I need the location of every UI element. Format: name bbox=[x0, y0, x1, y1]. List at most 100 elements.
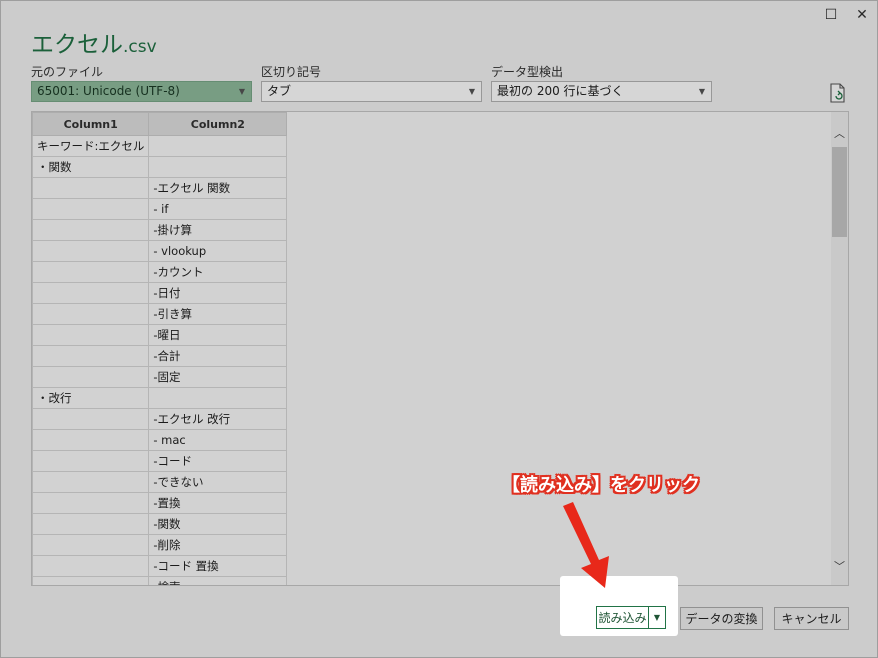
dialog-title: エクセル.csv bbox=[31, 25, 157, 59]
table-cell bbox=[148, 135, 288, 157]
table-cell: -できない bbox=[148, 471, 288, 493]
table-cell: ・関数 bbox=[32, 156, 150, 178]
type-detection-label: データ型検出 bbox=[491, 65, 564, 79]
data-preview: Column1 Column2 キーワード:エクセル ・関数 -エクセル 関数 - if… bbox=[31, 111, 849, 586]
table-cell bbox=[32, 366, 150, 388]
annotation-text: 【読み込み】をクリック bbox=[502, 475, 700, 496]
table-cell: - mac bbox=[148, 429, 288, 451]
table-row: -コード 置換 bbox=[32, 555, 288, 577]
table-cell bbox=[32, 408, 150, 430]
table-cell bbox=[148, 387, 288, 409]
table-row: -削除 bbox=[32, 534, 288, 556]
table-row: -検索 bbox=[32, 576, 288, 585]
title-extension: .csv bbox=[123, 37, 157, 57]
delimiter-label: 区切り記号 bbox=[261, 65, 322, 79]
table-row: -カウント bbox=[32, 261, 288, 283]
table-cell: -コード 置換 bbox=[148, 555, 288, 577]
transform-data-button[interactable]: データの変換 bbox=[680, 607, 763, 630]
red-arrow-icon bbox=[563, 502, 609, 588]
table-row: ・関数 bbox=[32, 156, 288, 178]
table-row: -置換 bbox=[32, 492, 288, 514]
chevron-down-icon: ▼ bbox=[468, 87, 475, 96]
table-row: -掛け算 bbox=[32, 219, 288, 241]
refresh-file-icon[interactable] bbox=[829, 83, 847, 103]
chevron-down-icon: ▼ bbox=[238, 87, 245, 96]
table-cell: ・改行 bbox=[32, 387, 150, 409]
table-cell: -カウント bbox=[148, 261, 288, 283]
chevron-down-icon[interactable]: ▼ bbox=[648, 607, 665, 628]
delimiter-select[interactable]: タブ ▼ bbox=[261, 81, 482, 102]
table-cell: -引き算 bbox=[148, 303, 288, 325]
import-dialog: ☐ ✕ エクセル.csv 元のファイル 65001: Unicode (UTF-… bbox=[0, 0, 878, 658]
table-row: - if bbox=[32, 198, 288, 220]
table-cell bbox=[32, 345, 150, 367]
close-icon[interactable]: ✕ bbox=[851, 5, 873, 25]
table-cell bbox=[32, 324, 150, 346]
table-cell: キーワード:エクセル bbox=[32, 135, 150, 157]
table-cell: -掛け算 bbox=[148, 219, 288, 241]
table-cell bbox=[32, 219, 150, 241]
table-cell bbox=[32, 534, 150, 556]
table-cell bbox=[32, 471, 150, 493]
source-file-select[interactable]: 65001: Unicode (UTF-8) ▼ bbox=[31, 81, 252, 102]
table-cell bbox=[32, 450, 150, 472]
load-button[interactable]: 読み込み bbox=[597, 607, 648, 628]
table-cell bbox=[148, 156, 288, 178]
table-row: -コード bbox=[32, 450, 288, 472]
load-split-button[interactable]: 読み込み ▼ bbox=[596, 606, 666, 629]
table-cell: -曜日 bbox=[148, 324, 288, 346]
table-cell bbox=[32, 240, 150, 262]
table-cell: -検索 bbox=[148, 576, 288, 585]
table-cell: -置換 bbox=[148, 492, 288, 514]
vertical-scrollbar[interactable]: ︿ ﹀ bbox=[831, 112, 848, 585]
table-row: -引き算 bbox=[32, 303, 288, 325]
table-row: -エクセル 関数 bbox=[32, 177, 288, 199]
table-cell: -日付 bbox=[148, 282, 288, 304]
type-detection-value: 最初の 200 行に基づく bbox=[497, 84, 624, 98]
table-row: -できない bbox=[32, 471, 288, 493]
scroll-up-icon[interactable]: ︿ bbox=[831, 122, 848, 144]
table-cell: - if bbox=[148, 198, 288, 220]
table-row: -日付 bbox=[32, 282, 288, 304]
type-detection-select[interactable]: 最初の 200 行に基づく ▼ bbox=[491, 81, 712, 102]
table-cell bbox=[32, 492, 150, 514]
table-cell bbox=[32, 177, 150, 199]
table-cell bbox=[32, 513, 150, 535]
table-header-row: Column1 Column2 bbox=[32, 112, 288, 136]
table-cell bbox=[32, 555, 150, 577]
table-row: -エクセル 改行 bbox=[32, 408, 288, 430]
table-row: -固定 bbox=[32, 366, 288, 388]
table-cell bbox=[32, 261, 150, 283]
source-file-value: 65001: Unicode (UTF-8) bbox=[37, 84, 180, 98]
table-row: -合計 bbox=[32, 345, 288, 367]
table-cell: -関数 bbox=[148, 513, 288, 535]
table-cell: -エクセル 関数 bbox=[148, 177, 288, 199]
table-row: - mac bbox=[32, 429, 288, 451]
table-cell bbox=[32, 576, 150, 585]
chevron-down-icon: ▼ bbox=[698, 87, 705, 96]
table-cell: -エクセル 改行 bbox=[148, 408, 288, 430]
table-row: - vlookup bbox=[32, 240, 288, 262]
column-header[interactable]: Column2 bbox=[148, 112, 288, 136]
table-cell bbox=[32, 282, 150, 304]
table-cell: -コード bbox=[148, 450, 288, 472]
scroll-down-icon[interactable]: ﹀ bbox=[831, 555, 848, 577]
table-cell bbox=[32, 198, 150, 220]
delimiter-value: タブ bbox=[267, 84, 292, 98]
column-header[interactable]: Column1 bbox=[32, 112, 150, 136]
cancel-button[interactable]: キャンセル bbox=[774, 607, 849, 630]
preview-table: Column1 Column2 キーワード:エクセル ・関数 -エクセル 関数 - if… bbox=[32, 112, 288, 585]
table-cell: -合計 bbox=[148, 345, 288, 367]
table-cell bbox=[32, 303, 150, 325]
scroll-thumb[interactable] bbox=[832, 147, 847, 237]
table-cell: -固定 bbox=[148, 366, 288, 388]
table-row: キーワード:エクセル bbox=[32, 135, 288, 157]
table-row: ・改行 bbox=[32, 387, 288, 409]
source-file-label: 元のファイル bbox=[31, 65, 104, 79]
table-cell: - vlookup bbox=[148, 240, 288, 262]
maximize-icon[interactable]: ☐ bbox=[820, 5, 842, 25]
table-row: -曜日 bbox=[32, 324, 288, 346]
table-row: -関数 bbox=[32, 513, 288, 535]
title-name: エクセル bbox=[31, 32, 123, 58]
table-cell: -削除 bbox=[148, 534, 288, 556]
